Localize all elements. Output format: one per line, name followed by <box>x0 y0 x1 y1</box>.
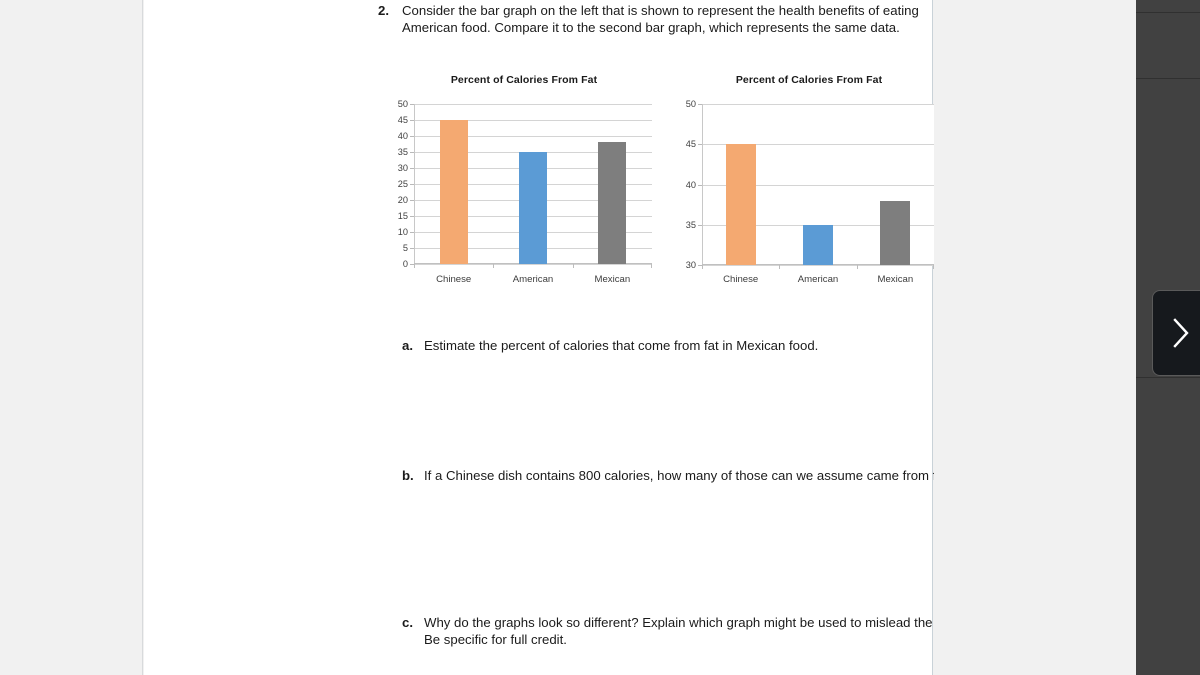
part-c-letter: c. <box>402 615 413 630</box>
x-axis-tick <box>493 264 495 268</box>
y-axis-label: 40 <box>397 131 408 141</box>
question-part-a: a. Estimate the percent of calories that… <box>402 338 974 355</box>
y-axis-label: 50 <box>397 99 408 109</box>
chart-2-title: Percent of Calories From Fat <box>735 74 883 86</box>
chevron-right-icon <box>1170 316 1192 350</box>
x-axis-label: Mexican <box>877 274 914 285</box>
next-page-button[interactable] <box>1152 290 1200 376</box>
bar <box>880 200 911 265</box>
bar <box>725 144 756 265</box>
y-axis-label: 10 <box>397 227 408 237</box>
x-axis-tick <box>856 265 858 269</box>
question-part-c: c. Why do the graphs look so different? … <box>402 615 988 648</box>
y-axis-line <box>702 104 703 265</box>
panel-divider-middle <box>1136 78 1200 79</box>
y-axis-label: 25 <box>397 179 408 189</box>
y-axis-label: 50 <box>685 99 696 109</box>
x-axis-label: American <box>512 274 554 285</box>
y-axis-label: 35 <box>397 147 408 157</box>
question-part-b: b. If a Chinese dish contains 800 calori… <box>402 468 982 485</box>
bar <box>439 120 468 264</box>
part-b-text: If a Chinese dish contains 800 calories,… <box>424 468 955 483</box>
part-b-letter: b. <box>402 468 414 483</box>
y-axis-label: 45 <box>685 139 696 150</box>
part-a-letter: a. <box>402 338 413 353</box>
vertical-scrollbar-track[interactable] <box>1116 0 1135 675</box>
x-axis-tick <box>779 265 781 269</box>
x-axis-tick <box>414 264 415 268</box>
gridline <box>702 104 934 105</box>
question-text: Consider the bar graph on the left that … <box>402 3 919 35</box>
x-axis-label: Mexican <box>594 274 631 285</box>
y-axis-label: 30 <box>397 163 408 173</box>
x-axis-label: American <box>797 274 839 285</box>
question-number: 2. <box>378 3 389 18</box>
bar <box>519 152 547 264</box>
gridline <box>414 104 652 105</box>
y-axis-line <box>414 104 415 264</box>
y-axis-label: 30 <box>685 260 696 270</box>
bar-chart-1: Percent of Calories From Fat 50 45 40 35 30 2… <box>384 74 664 289</box>
chart-1-title: Percent of Calories From Fat <box>450 74 598 86</box>
bar-chart-2: Percent of Calories From Fat 50 45 40 35 30 C… <box>664 74 954 289</box>
part-c-text: Why do the graphs look so different? Exp… <box>424 615 978 647</box>
x-axis-label: Chinese <box>436 274 472 285</box>
x-axis-tick <box>572 264 574 268</box>
y-axis-label: 15 <box>397 211 408 221</box>
right-gutter <box>934 0 1135 675</box>
bar <box>598 142 627 264</box>
question-2: 2. Consider the bar graph on the left th… <box>378 3 974 36</box>
y-axis-label: 0 <box>402 259 408 269</box>
y-axis-label: 40 <box>685 179 696 190</box>
x-axis-tick <box>651 264 652 268</box>
left-gutter <box>0 0 143 675</box>
x-axis-tick <box>702 265 703 269</box>
x-axis-label: Chinese <box>723 274 759 285</box>
y-axis-label: 20 <box>397 195 408 205</box>
chart-1-plot-area <box>410 104 652 268</box>
part-a-text: Estimate the percent of calories that co… <box>424 338 819 353</box>
gridline <box>414 264 652 265</box>
screen: 2. Consider the bar graph on the left th… <box>0 0 1200 675</box>
y-axis-label: 45 <box>397 115 408 125</box>
gridline <box>702 265 934 266</box>
y-axis-label: 35 <box>685 219 696 230</box>
bar <box>803 224 833 265</box>
panel-divider-bottom <box>1136 377 1200 378</box>
y-axis-label: 5 <box>402 243 408 253</box>
panel-divider-top <box>1136 12 1200 13</box>
chart-2-plot-area <box>698 104 934 269</box>
document-page: 2. Consider the bar graph on the left th… <box>144 0 977 675</box>
